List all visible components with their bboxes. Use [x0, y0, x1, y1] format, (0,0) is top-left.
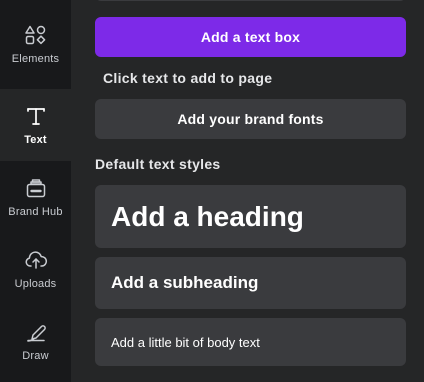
- text-icon: [24, 104, 48, 128]
- click-text-hint: Click text to add to page: [103, 70, 273, 86]
- sidebar-item-label: Brand Hub: [8, 206, 63, 218]
- search-input[interactable]: [95, 0, 406, 1]
- sidebar-item-brand-hub[interactable]: Brand Hub: [0, 161, 71, 233]
- sidebar: Elements Text Brand Hub Uploads Draw: [0, 0, 71, 382]
- sidebar-item-draw[interactable]: Draw: [0, 305, 71, 377]
- text-panel-view: Elements Text Brand Hub Uploads Draw Add…: [0, 0, 424, 382]
- sidebar-item-label: Draw: [22, 350, 49, 362]
- add-brand-fonts-button[interactable]: Add your brand fonts: [95, 99, 406, 139]
- sidebar-item-text[interactable]: Text: [0, 89, 71, 161]
- add-text-box-button[interactable]: Add a text box: [95, 17, 406, 57]
- brand-hub-icon: [24, 176, 48, 200]
- sidebar-item-uploads[interactable]: Uploads: [0, 233, 71, 305]
- add-body-text-button[interactable]: Add a little bit of body text: [95, 318, 406, 366]
- uploads-icon: [24, 248, 48, 272]
- draw-icon: [24, 320, 48, 344]
- sidebar-item-label: Elements: [11, 53, 60, 65]
- sidebar-item-label: Text: [24, 134, 47, 146]
- text-panel: Add a text box Click text to add to page…: [71, 0, 424, 382]
- add-heading-button[interactable]: Add a heading: [95, 185, 406, 248]
- sidebar-item-label: Uploads: [14, 278, 57, 290]
- sidebar-item-elements[interactable]: Elements: [0, 8, 71, 80]
- elements-icon: [24, 23, 48, 47]
- add-subheading-button[interactable]: Add a subheading: [95, 257, 406, 309]
- default-text-styles-title: Default text styles: [95, 156, 221, 172]
